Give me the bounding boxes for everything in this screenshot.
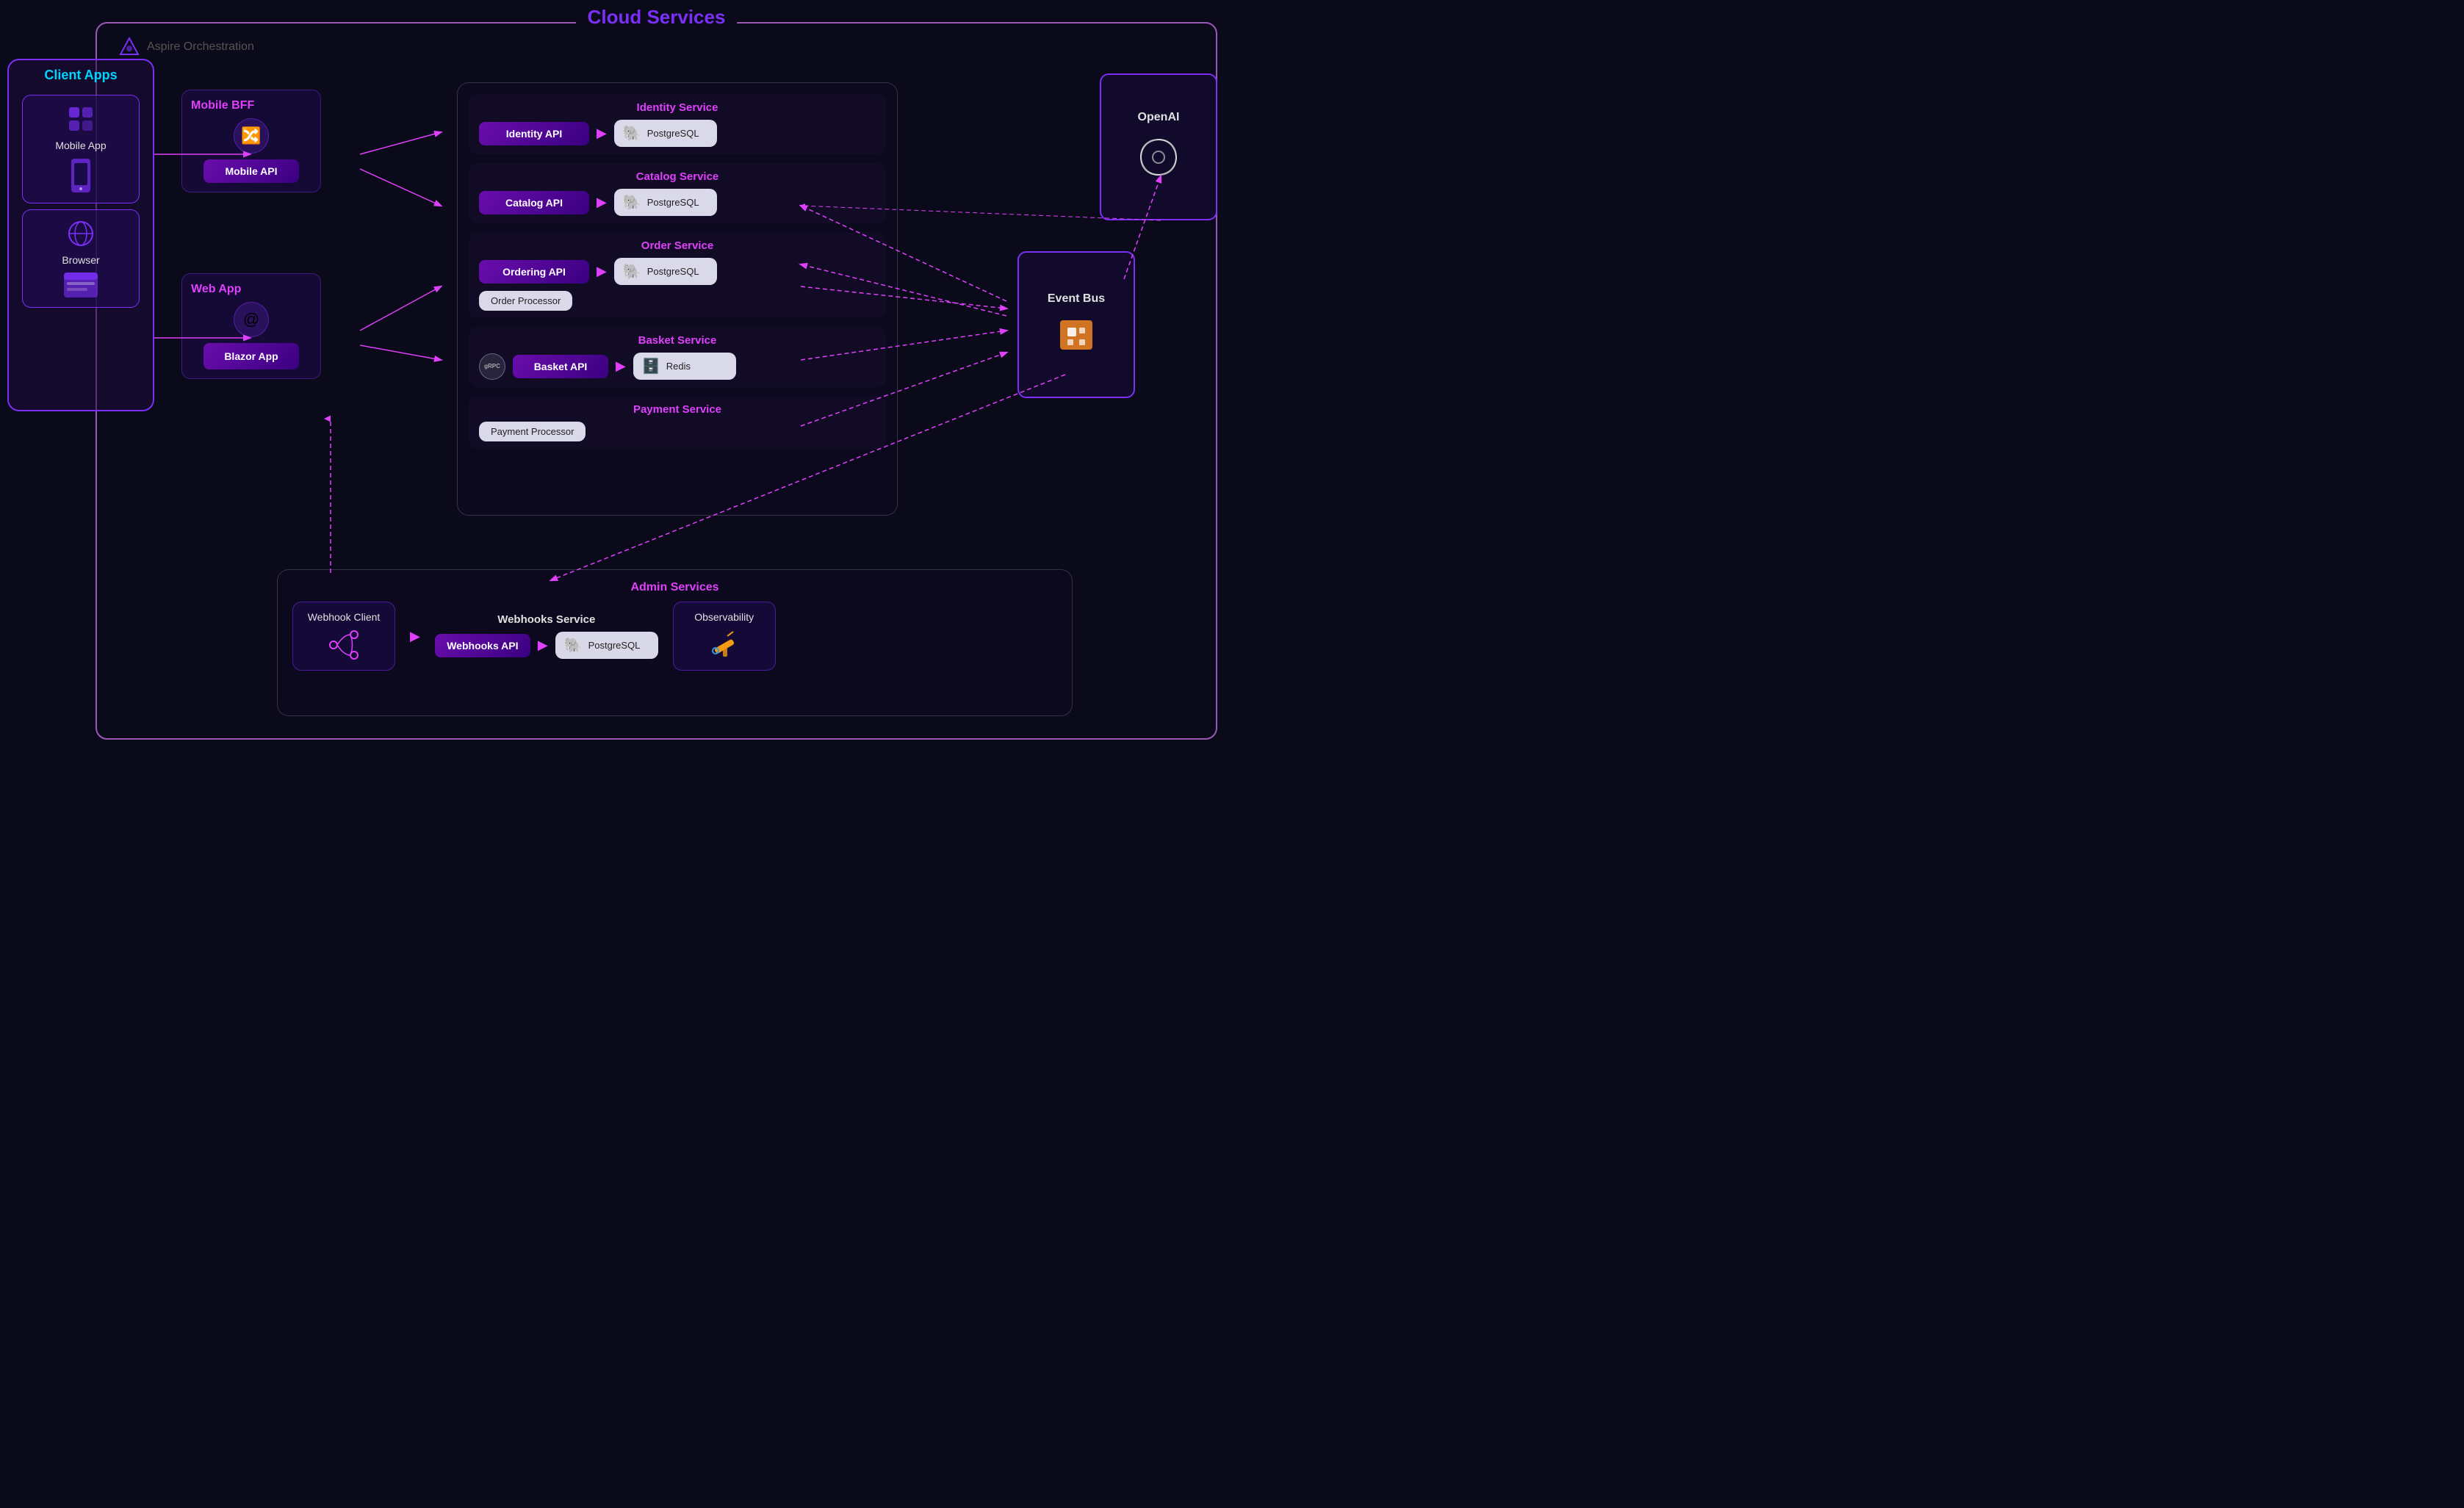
order-service-group: Order Service Ordering API ▶ 🐘 PostgreSQ… bbox=[469, 232, 886, 318]
catalog-service-group: Catalog Service Catalog API ▶ 🐘 PostgreS… bbox=[469, 163, 886, 223]
order-db-card: 🐘 PostgreSQL bbox=[614, 258, 717, 285]
identity-service-title: Identity Service bbox=[479, 101, 876, 114]
arrow-catalog: ▶ bbox=[597, 195, 607, 210]
postgres-icon-order: 🐘 bbox=[623, 262, 641, 281]
arrow-identity: ▶ bbox=[597, 126, 607, 141]
arrow-webhooks-db: ▶ bbox=[538, 638, 548, 653]
basket-service-title: Basket Service bbox=[479, 334, 876, 347]
mobile-bff-icon: 🔀 bbox=[234, 118, 269, 154]
redis-icon: 🗄️ bbox=[642, 357, 660, 375]
ordering-api-pill: Ordering API bbox=[479, 260, 589, 284]
observability-label: Observability bbox=[694, 611, 754, 623]
mobile-bff-section: Mobile BFF 🔀 Mobile API bbox=[181, 90, 328, 192]
services-box: Identity Service Identity API ▶ 🐘 Postgr… bbox=[457, 82, 898, 516]
webhooks-api-row: Webhooks API ▶ 🐘 PostgreSQL bbox=[435, 632, 658, 659]
webhook-icon bbox=[328, 629, 360, 661]
admin-row: Webhook Client ▶ Webhooks Service bbox=[292, 602, 1057, 671]
admin-box: Admin Services Webhook Client ▶ bbox=[277, 569, 1073, 716]
webhooks-api-pill: Webhooks API bbox=[435, 634, 530, 657]
mobile-app-icon bbox=[66, 104, 96, 134]
grpc-badge: gRPC bbox=[479, 353, 505, 380]
aspire-icon bbox=[119, 37, 140, 57]
arrow-basket: ▶ bbox=[616, 358, 626, 374]
event-bus-box: Event Bus bbox=[1017, 251, 1135, 398]
arrow-webhook: ▶ bbox=[410, 629, 420, 644]
webhooks-db-card: 🐘 PostgreSQL bbox=[555, 632, 658, 659]
event-bus-label: Event Bus bbox=[1048, 292, 1105, 306]
browser-app-icon bbox=[66, 219, 96, 248]
mobile-app-card: Mobile App bbox=[22, 95, 140, 203]
postgres-icon-catalog: 🐘 bbox=[623, 193, 641, 212]
openai-icon bbox=[1133, 131, 1184, 183]
payment-service-group: Payment Service Payment Processor bbox=[469, 396, 886, 449]
openai-label: OpenAI bbox=[1138, 111, 1180, 124]
web-app-icon: @ bbox=[234, 302, 269, 337]
order-processor-card: Order Processor bbox=[479, 291, 572, 311]
client-apps-box: Client Apps Mobile App bbox=[7, 59, 154, 411]
admin-services-title: Admin Services bbox=[292, 581, 1057, 594]
order-service-row: Ordering API ▶ 🐘 PostgreSQL bbox=[479, 258, 876, 285]
order-service-title: Order Service bbox=[479, 239, 876, 252]
order-processor-row: Order Processor bbox=[479, 291, 876, 311]
aspire-label: Aspire Orchestration bbox=[119, 37, 254, 57]
catalog-service-title: Catalog Service bbox=[479, 170, 876, 183]
webhook-client-card: Webhook Client bbox=[292, 602, 395, 671]
client-apps-title: Client Apps bbox=[44, 68, 117, 83]
cloud-services-box: Cloud Services Aspire Orchestration Mobi… bbox=[96, 22, 1217, 740]
identity-api-pill: Identity API bbox=[479, 122, 589, 145]
basket-db-card: 🗄️ Redis bbox=[633, 353, 736, 380]
openai-box: OpenAI bbox=[1100, 73, 1217, 220]
catalog-service-row: Catalog API ▶ 🐘 PostgreSQL bbox=[479, 189, 876, 216]
basket-api-pill: Basket API bbox=[513, 355, 608, 378]
webhook-client-label: Webhook Client bbox=[308, 611, 381, 623]
browser-window-icon bbox=[63, 272, 98, 298]
cloud-services-title: Cloud Services bbox=[576, 6, 738, 29]
web-app-section: Web App @ Blazor App bbox=[181, 273, 328, 379]
observability-box: Observability bbox=[673, 602, 776, 671]
identity-service-row: Identity API ▶ 🐘 PostgreSQL bbox=[479, 120, 876, 147]
catalog-db-card: 🐘 PostgreSQL bbox=[614, 189, 717, 216]
browser-card: Browser bbox=[22, 209, 140, 308]
basket-service-group: Basket Service gRPC Basket API ▶ 🗄️ Redi… bbox=[469, 327, 886, 387]
basket-service-row: gRPC Basket API ▶ 🗄️ Redis bbox=[479, 353, 876, 380]
mobile-api-pill: Mobile API bbox=[203, 159, 299, 183]
web-app-card: Web App @ Blazor App bbox=[181, 273, 321, 379]
web-app-title: Web App bbox=[191, 283, 241, 296]
blazor-pill: Blazor App bbox=[203, 343, 299, 369]
mobile-app-label: Mobile App bbox=[55, 140, 106, 151]
arrow-order: ▶ bbox=[597, 264, 607, 279]
payment-service-title: Payment Service bbox=[479, 403, 876, 416]
diagram-container: Cloud Services Aspire Orchestration Mobi… bbox=[0, 0, 1232, 754]
mobile-bff-title: Mobile BFF bbox=[191, 99, 254, 112]
webhooks-service-title: Webhooks Service bbox=[497, 613, 595, 626]
mobile-bff-card: Mobile BFF 🔀 Mobile API bbox=[181, 90, 321, 192]
postgres-icon-webhooks: 🐘 bbox=[564, 636, 583, 654]
webhooks-service-section: Webhooks Service Webhooks API ▶ 🐘 Postgr… bbox=[435, 613, 658, 659]
event-bus-icon bbox=[1054, 313, 1098, 357]
payment-service-row: Payment Processor bbox=[479, 422, 876, 441]
phone-icon bbox=[70, 157, 92, 194]
observability-icon bbox=[708, 629, 741, 661]
identity-db-card: 🐘 PostgreSQL bbox=[614, 120, 717, 147]
payment-processor-card: Payment Processor bbox=[479, 422, 586, 441]
browser-label: Browser bbox=[62, 254, 99, 266]
postgres-icon-identity: 🐘 bbox=[623, 124, 641, 142]
identity-service-group: Identity Service Identity API ▶ 🐘 Postgr… bbox=[469, 94, 886, 154]
catalog-api-pill: Catalog API bbox=[479, 191, 589, 214]
